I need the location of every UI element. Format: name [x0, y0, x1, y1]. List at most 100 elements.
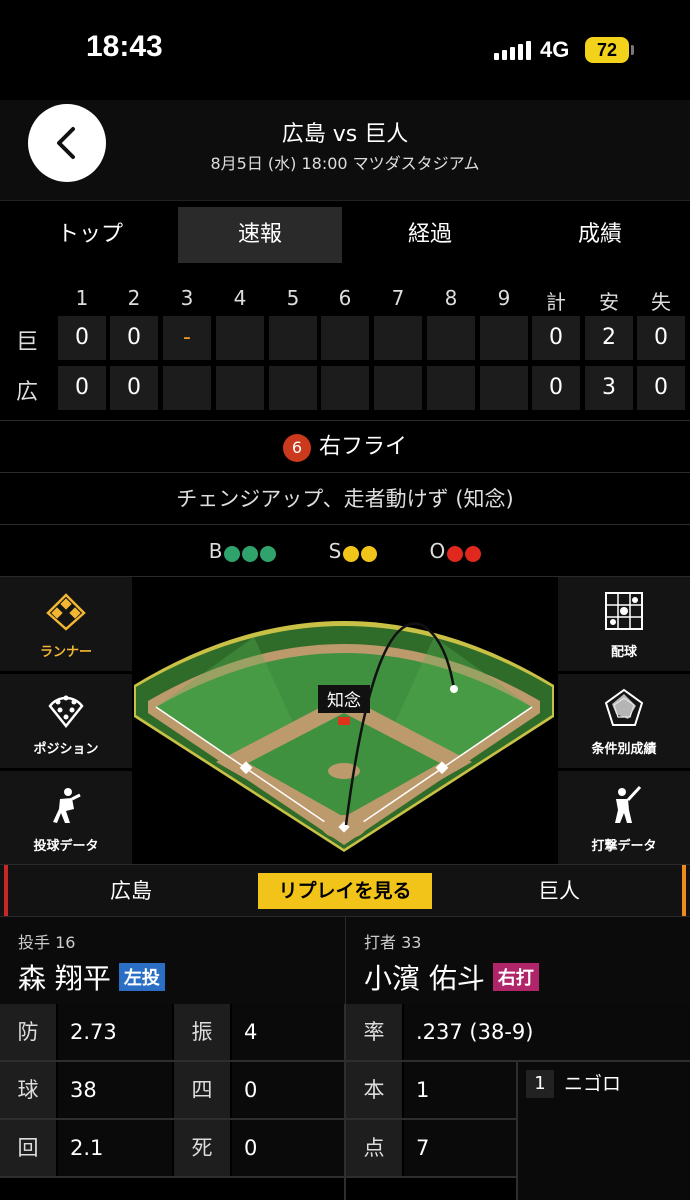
- total-score: 2: [585, 316, 633, 360]
- player-matchup: 投手 16 森 翔平 左投 打者 33 小濱 佑斗 右打: [0, 916, 690, 1005]
- situational-stats-button[interactable]: 条件別成績: [558, 674, 690, 768]
- batter-card[interactable]: 打者 33 小濱 佑斗 右打: [345, 917, 690, 1005]
- at-bat-number: 1: [526, 1070, 554, 1098]
- inning-header: 7: [391, 286, 405, 310]
- inning-score: 0: [110, 366, 158, 410]
- header: 広島 vs 巨人 8月5日 (水) 18:00 マツダスタジアム: [0, 100, 690, 200]
- batter-icon: [615, 785, 642, 823]
- pitcher-name: 森 翔平: [18, 962, 111, 995]
- strike-dot: [361, 545, 378, 562]
- away-team-tab[interactable]: 巨人: [436, 865, 686, 917]
- inning-score: 0: [58, 316, 106, 360]
- pitch-sequence-button[interactable]: 配球: [558, 577, 690, 671]
- pitcher-stat-value: 4: [232, 1004, 344, 1060]
- tab-top[interactable]: トップ: [8, 207, 172, 263]
- inning-score: [480, 316, 528, 360]
- batter-stat-key: 本: [346, 1062, 402, 1118]
- pitcher-role: 投手 16: [18, 933, 76, 952]
- pitcher-stat-value: 2.1: [58, 1120, 172, 1176]
- pitch-data-button-label: 投球データ: [33, 839, 99, 854]
- batter-stat-key: 率: [346, 1004, 402, 1060]
- total-score: 0: [532, 316, 580, 360]
- inning-header: 9: [497, 286, 511, 310]
- inning-score: [480, 366, 528, 410]
- pitcher-card[interactable]: 投手 16 森 翔平 左投: [0, 917, 345, 1005]
- diamond-runner-icon: [46, 593, 86, 631]
- battery-icon: 72: [585, 37, 629, 63]
- total-score: 0: [637, 366, 685, 410]
- count-row: B S O: [0, 524, 690, 576]
- radar-chart-icon: [604, 688, 644, 726]
- strike-dot: [343, 545, 360, 562]
- position-dots-icon: [48, 695, 84, 728]
- inning-score: [427, 366, 475, 410]
- inning-score: [374, 366, 422, 410]
- inning-score: [269, 366, 317, 410]
- strike-dots: [341, 543, 378, 562]
- field-area: ランナー ポジション 投球データ 知念 配球 条件別成績 打撃データ: [0, 576, 690, 865]
- out-dot: [447, 545, 464, 562]
- inning-score: [216, 316, 264, 360]
- ball-dot: [260, 545, 277, 562]
- inning-score: [427, 316, 475, 360]
- pitcher-stat-key: 防: [0, 1004, 56, 1060]
- position-button[interactable]: ポジション: [0, 674, 132, 768]
- inning-score: -: [163, 316, 211, 360]
- team-abbr: 巨: [16, 330, 39, 355]
- play-description-row: チェンジアップ、走者動けず (知念): [0, 472, 690, 524]
- network-type: 4G: [540, 37, 570, 62]
- play-result-text: 右フライ: [318, 434, 407, 460]
- ball-label: B: [208, 539, 223, 563]
- inning-score: [269, 316, 317, 360]
- inning-header: 安: [599, 290, 619, 314]
- pitcher-stat-value: 2.73: [58, 1004, 172, 1060]
- strike-label: S: [328, 539, 342, 563]
- team-bar: 広島 リプレイを見る 巨人: [0, 864, 690, 917]
- inning-score: [321, 366, 369, 410]
- batter-role: 打者 33: [364, 933, 422, 952]
- total-score: 0: [637, 316, 685, 360]
- field-diagram: 知念: [134, 577, 554, 865]
- batting-data-label: 打撃データ: [591, 839, 657, 854]
- play-description: チェンジアップ、走者動けず (知念): [176, 487, 514, 511]
- pitcher-stat-key: 四: [174, 1062, 230, 1118]
- status-time: 18:43: [86, 30, 163, 63]
- pitch-data-button[interactable]: 投球データ: [0, 771, 132, 865]
- batter-stat-value: .237 (38-9): [404, 1004, 690, 1060]
- batter-stat-value: 7: [404, 1120, 516, 1176]
- home-team-tab[interactable]: 広島: [4, 865, 254, 917]
- inning-header: 8: [444, 286, 458, 310]
- position-button-label: ポジション: [33, 742, 99, 757]
- batter-stat-value: 1: [404, 1062, 516, 1118]
- runner-button-label: ランナー: [39, 645, 92, 660]
- out-dots: [445, 543, 482, 562]
- page-title: 広島 vs 巨人: [281, 122, 409, 147]
- inning-score: [374, 316, 422, 360]
- inning-header: 5: [286, 286, 300, 310]
- replay-button[interactable]: リプレイを見る: [258, 873, 432, 909]
- tab-stats[interactable]: 成績: [518, 207, 682, 263]
- pitcher-icon: [53, 788, 81, 823]
- total-score: 3: [585, 366, 633, 410]
- batter-hand-badge: 右打: [492, 963, 539, 991]
- inning-score: [321, 316, 369, 360]
- pitcher-stat-value: 0: [232, 1120, 344, 1176]
- tab-bar: トップ 速報 経過 成績: [0, 200, 690, 270]
- tab-live[interactable]: 速報: [178, 207, 342, 263]
- inning-header: 1: [75, 286, 89, 310]
- pitcher-stat-key: 死: [174, 1120, 230, 1176]
- tab-progress[interactable]: 経過: [348, 207, 512, 263]
- ball-dot: [242, 545, 259, 562]
- signal-icon: [494, 40, 531, 60]
- game-info: 8月5日 (水) 18:00 マツダスタジアム: [210, 154, 480, 173]
- pitcher-stat-key: 振: [174, 1004, 230, 1060]
- batting-data-button[interactable]: 打撃データ: [558, 771, 690, 865]
- ball-dots: [222, 543, 277, 562]
- situational-stats-label: 条件別成績: [591, 742, 657, 757]
- inning-header: 2: [127, 286, 141, 310]
- inning-header: 計: [546, 290, 566, 314]
- runner-button[interactable]: ランナー: [0, 577, 132, 671]
- inning-header: 3: [180, 286, 194, 310]
- batter-name: 小濱 佑斗: [364, 962, 485, 995]
- scoreboard: 123456789計安失巨00-020広00030: [0, 278, 690, 418]
